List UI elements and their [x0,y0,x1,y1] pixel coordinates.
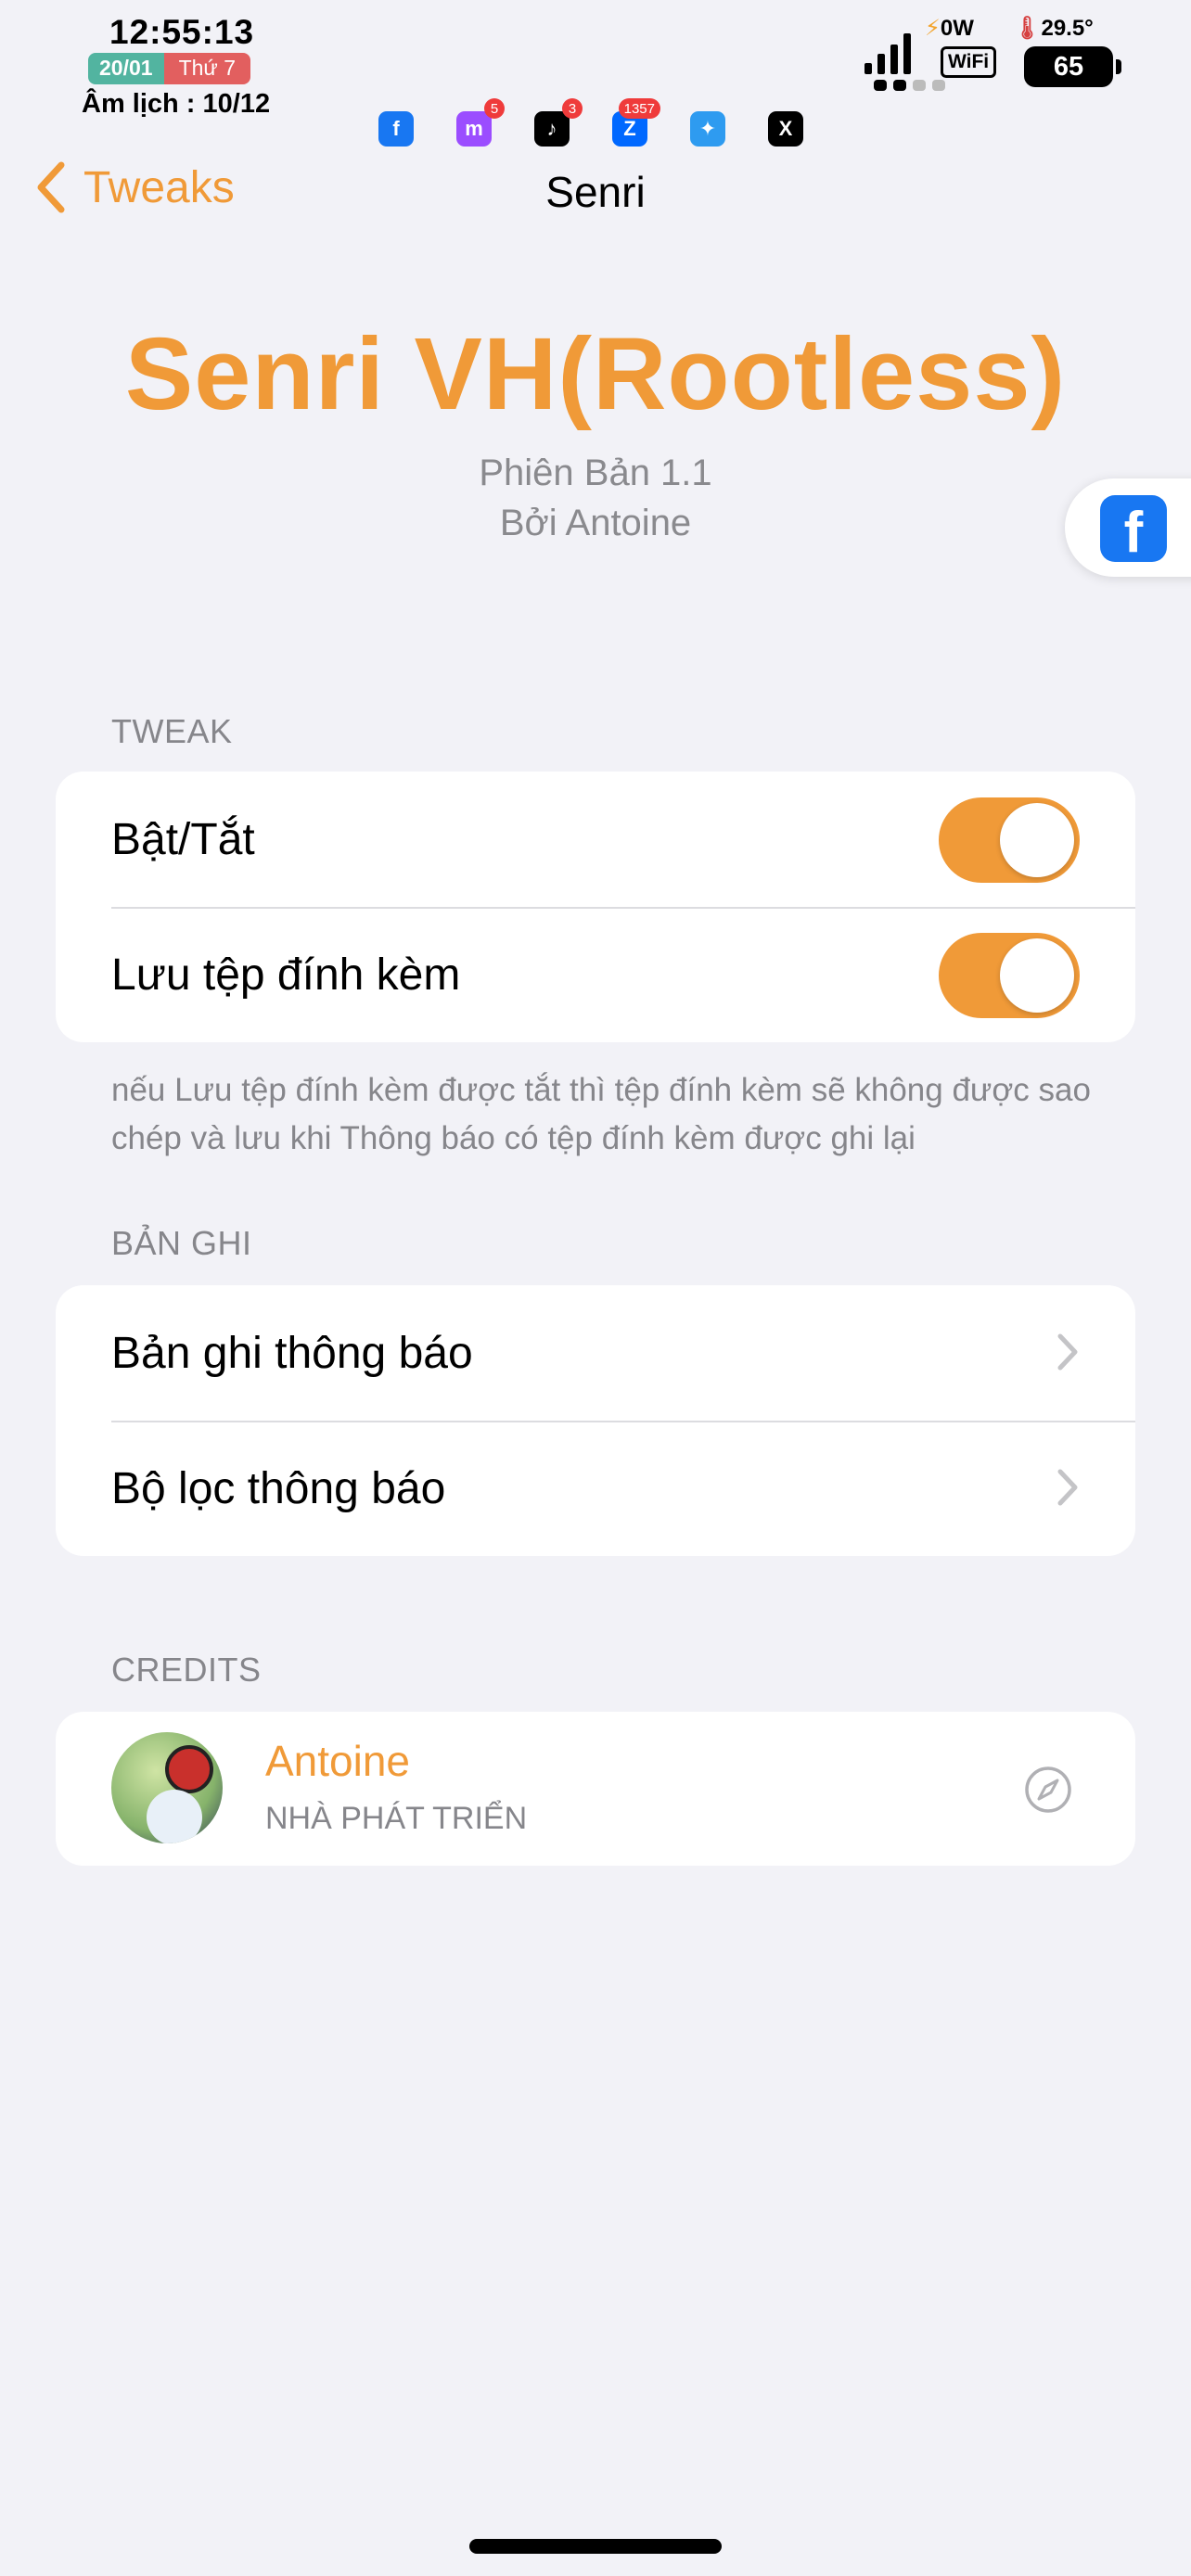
zalo-icon: Z 1357 [612,98,660,147]
bolt-icon: ⚡ [925,16,941,41]
status-lunar-date: Âm lịch : 10/12 [82,89,271,119]
chevron-right-icon [1057,1333,1078,1371]
app-icon-glyph: m [465,117,483,140]
cellular-signal-icon [864,32,911,74]
logs-group: Bản ghi thông báo Bộ lọc thông báo [56,1285,1135,1556]
section-label-tweak: TWEAK [111,712,233,750]
tweak-author: Bởi Antoine [499,503,692,543]
notification-badge: 5 [484,98,505,119]
tiktok-icon: ♪ 3 [534,98,583,147]
toggle-row-label: Lưu tệp đính kèm [111,950,461,1000]
x-icon: X [768,111,803,147]
status-date: 20/01 [88,53,164,84]
app-icon-glyph: Z [623,117,636,140]
list-item-label: Bộ lọc thông báo [111,1463,446,1513]
toggle-knob [1000,803,1074,877]
list-item-label: Bản ghi thông báo [111,1328,473,1378]
status-time: 12:55:13 [109,13,255,51]
toggle-row-save-attachments: Lưu tệp đính kèm [56,907,1135,1042]
facebook-icon: f [1100,495,1167,562]
save-attachments-toggle[interactable] [939,933,1080,1018]
credit-name: Antoine [265,1737,411,1785]
tweak-footer-note: nếu Lưu tệp đính kèm được tắt thì tệp đí… [111,1072,1091,1156]
list-item-notification-log[interactable]: Bản ghi thông báo [56,1285,1135,1421]
nav-title: Senri [545,168,646,216]
page-dots-icon [874,80,945,91]
status-right-indicators: ⚡0W 🌡29.5° WiFi 65 [864,13,1143,96]
app-icon-glyph: f [392,117,400,140]
tweak-group: Bật/Tắt Lưu tệp đính kèm [56,772,1135,1042]
enable-toggle[interactable] [939,797,1080,883]
avatar [111,1732,223,1843]
toggle-row-label: Bật/Tắt [111,814,255,864]
notification-app-icons: f m 5 ♪ 3 Z 1357 ✦ X [378,98,803,147]
status-power: ⚡0W [925,15,974,42]
credit-role: NHÀ PHÁT TRIỂN [265,1801,528,1836]
thermometer-icon: 🌡 [1013,16,1042,41]
messenger-icon: m5 [456,98,505,147]
status-temperature-value: 29.5° [1041,16,1094,41]
notification-badge: 1357 [618,98,660,119]
list-item-notification-filter[interactable]: Bộ lọc thông báo [56,1421,1135,1556]
facebook-icon: f [378,111,414,147]
notification-badge: 3 [562,98,583,119]
wifi-icon: WiFi [941,46,997,78]
status-temperature: 🌡29.5° [1013,15,1094,42]
credit-row-antoine[interactable]: Antoine NHÀ PHÁT TRIỂN [56,1712,1135,1866]
safari-icon: ✦ [690,111,725,147]
status-power-value: 0W [940,16,974,41]
app-icon-glyph: ✦ [698,117,717,140]
app-icon-glyph: X [778,117,793,140]
status-date-badge: 20/01 Thứ 7 [88,53,250,84]
floating-facebook-button[interactable]: f [1065,478,1191,577]
battery-icon: 65 [1024,46,1121,87]
status-weekday: Thứ 7 [163,53,250,84]
safari-compass-icon[interactable] [1024,1766,1072,1814]
toggle-row-enable: Bật/Tắt [56,772,1135,907]
tweak-title: Senri VH(Rootless) [124,317,1067,431]
app-icon-glyph: ♪ [546,117,557,140]
toggle-knob [1000,938,1074,1013]
settings-screen: 12:55:13 20/01 Thứ 7 Âm lịch : 10/12 f m5… [0,0,1191,2576]
section-label-logs: BẢN GHI [111,1224,252,1262]
credits-group: Antoine NHÀ PHÁT TRIỂN [56,1712,1135,1866]
section-label-credits: CREDITS [111,1651,262,1689]
tweak-version: Phiên Bản 1.1 [479,453,712,493]
home-indicator[interactable] [469,2539,722,2554]
chevron-right-icon [1057,1469,1078,1506]
